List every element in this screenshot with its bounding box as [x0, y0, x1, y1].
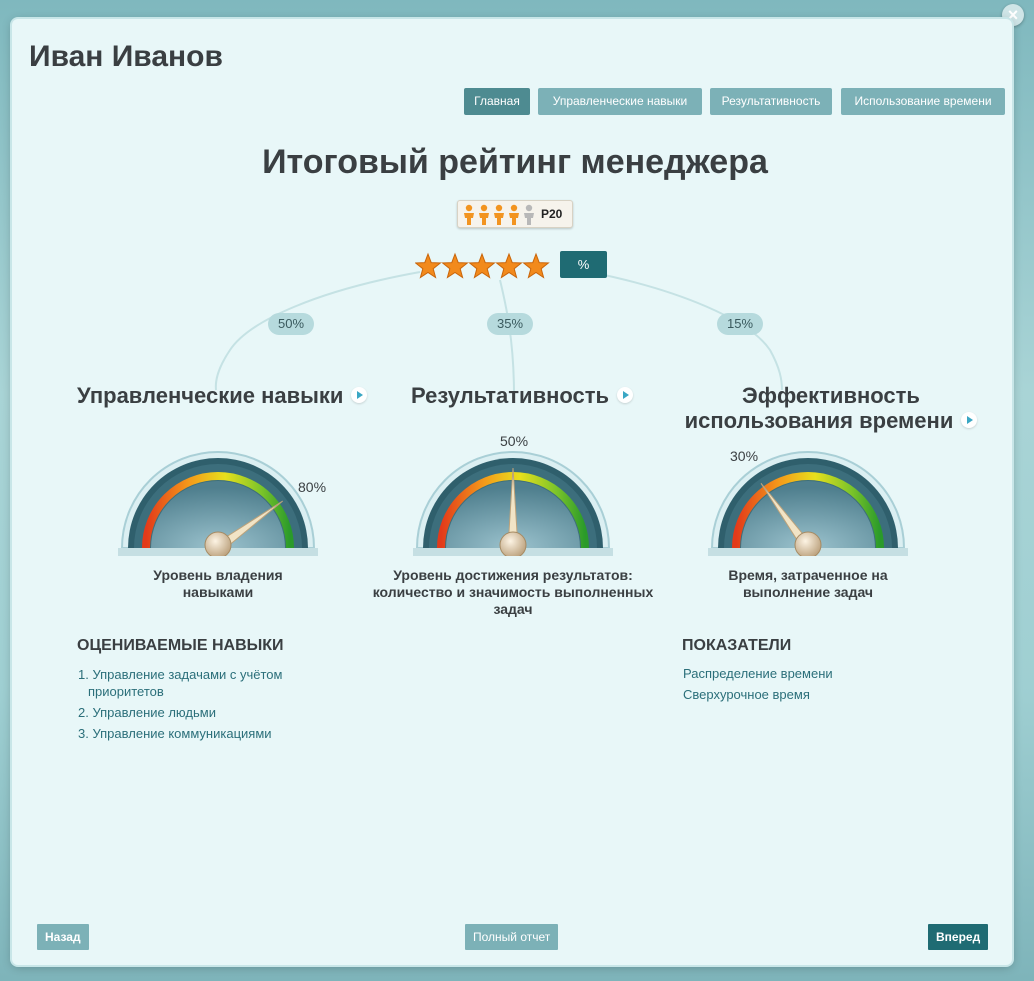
- skills-heading: ОЦЕНИВАЕМЫЕ НАВЫКИ: [77, 637, 284, 654]
- section-title-text: Эффективность использования времени: [684, 383, 954, 433]
- star-icon: [415, 252, 442, 279]
- gauge-caption-time: Время, затраченное на выполнение задач: [728, 567, 888, 600]
- gauge-time: [708, 451, 908, 556]
- percent-button[interactable]: %: [560, 251, 607, 278]
- play-icon[interactable]: [617, 387, 634, 404]
- section-title-text: Управленческие навыки: [77, 383, 344, 408]
- skills-list: 1. Управление задачами с учётом приорите…: [78, 666, 338, 746]
- play-icon[interactable]: [351, 387, 368, 404]
- star-icon: [495, 252, 523, 279]
- skill-item[interactable]: 1. Управление задачами с учётом приорите…: [78, 666, 338, 700]
- play-icon[interactable]: [961, 412, 978, 429]
- gauge-value-time: 30%: [730, 448, 759, 464]
- gauge-value-skills: 80%: [298, 479, 327, 495]
- weight-badge-effectiveness: 35%: [487, 313, 533, 335]
- gauge-skills: [118, 451, 318, 556]
- skill-text: Управление людьми: [92, 705, 216, 720]
- indicators-heading: ПОКАЗАТЕЛИ: [682, 637, 792, 654]
- list-number: 3.: [78, 726, 89, 741]
- indicator-item[interactable]: Распределение времени: [683, 665, 943, 682]
- full-report-button[interactable]: Полный отчет: [465, 924, 559, 950]
- skill-item[interactable]: 2. Управление людьми: [78, 704, 338, 721]
- section-title-effectiveness[interactable]: Результативность: [411, 383, 634, 408]
- gauge-caption-effectiveness: Уровень достижения результатов: количест…: [372, 567, 654, 617]
- section-title-skills[interactable]: Управленческие навыки: [77, 383, 368, 408]
- next-button[interactable]: Вперед: [928, 924, 989, 950]
- indicators-list: Распределение времени Сверхурочное время: [683, 665, 943, 707]
- gauge-hub: [794, 531, 822, 556]
- gauge-effectiveness: [413, 451, 613, 556]
- back-button[interactable]: Назад: [37, 924, 89, 950]
- section-title-text: Результативность: [411, 383, 610, 408]
- section-title-time[interactable]: Эффективность использования времени: [676, 383, 986, 433]
- gauge-hub: [204, 531, 232, 556]
- skill-text: Управление задачами с учётом приоритетов: [88, 667, 283, 699]
- skill-text: Управление коммуникациями: [92, 726, 272, 741]
- skill-item[interactable]: 3. Управление коммуникациями: [78, 725, 338, 742]
- star-icon: [522, 252, 550, 279]
- gauge-hub: [499, 531, 527, 556]
- star-icon: [468, 252, 496, 279]
- gauge-caption-skills: Уровень владения навыками: [153, 567, 283, 600]
- indicator-item[interactable]: Сверхурочное время: [683, 686, 943, 703]
- weight-badge-skills: 50%: [268, 313, 314, 335]
- gauge-value-effectiveness: 50%: [500, 433, 529, 449]
- list-number: 1.: [78, 667, 89, 682]
- rating-stars: [415, 252, 550, 279]
- list-number: 2.: [78, 705, 89, 720]
- weight-badge-time: 15%: [717, 313, 763, 335]
- star-icon: [441, 252, 469, 279]
